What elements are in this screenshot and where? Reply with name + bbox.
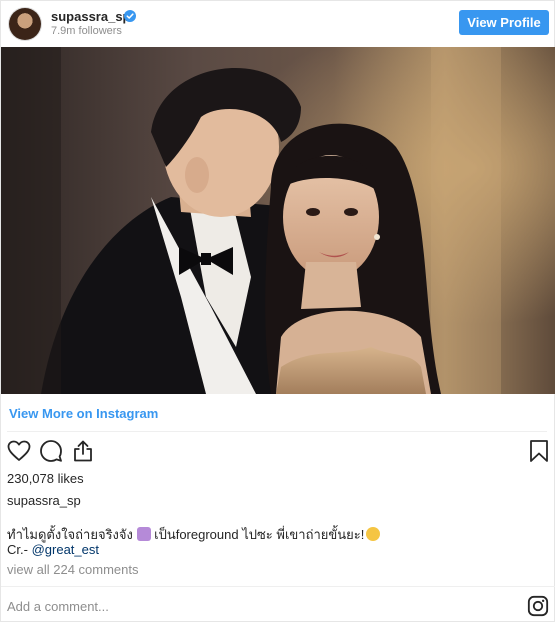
divider xyxy=(7,431,547,432)
view-profile-button[interactable]: View Profile xyxy=(459,10,549,35)
smirk-emoji-icon xyxy=(366,527,381,541)
caption-text-part2: เป็นforeground ไปซะ พี่เขาถ่ายขั้นยะ! xyxy=(154,527,365,542)
verified-badge-icon xyxy=(124,10,136,22)
share-icon[interactable] xyxy=(71,439,95,463)
post-photo-illustration xyxy=(1,47,555,394)
follower-count: 7.9m followers xyxy=(51,25,122,37)
caption-text-part1: ทำไมดูตั้งใจถ่ายจริงจัง xyxy=(7,527,133,542)
profile-avatar[interactable] xyxy=(9,8,41,40)
action-bar xyxy=(1,439,555,465)
caption-username[interactable]: supassra_sp xyxy=(7,493,81,508)
like-count[interactable]: 230,078 likes xyxy=(7,471,84,486)
view-more-link[interactable]: View More on Instagram xyxy=(9,406,158,421)
woman-facepalm-emoji-icon xyxy=(136,527,151,541)
heart-icon[interactable] xyxy=(7,439,31,463)
header-username[interactable]: supassra_sp xyxy=(51,9,131,24)
add-comment-input[interactable]: Add a comment... xyxy=(7,599,109,614)
credit-mention-link[interactable]: @great_est xyxy=(32,542,99,557)
instagram-embed-card: supassra_sp 7.9m followers View Profile xyxy=(0,0,555,622)
comment-bubble-icon[interactable] xyxy=(39,439,63,463)
credit-prefix: Cr.- xyxy=(7,542,28,557)
divider xyxy=(1,586,555,587)
post-header: supassra_sp 7.9m followers View Profile xyxy=(1,1,555,47)
instagram-logo-icon[interactable] xyxy=(527,595,549,617)
caption-credit: Cr.- @great_est xyxy=(7,542,99,557)
post-photo[interactable] xyxy=(1,47,555,394)
bookmark-icon[interactable] xyxy=(527,439,551,463)
view-all-comments-link[interactable]: view all 224 comments xyxy=(7,562,139,577)
